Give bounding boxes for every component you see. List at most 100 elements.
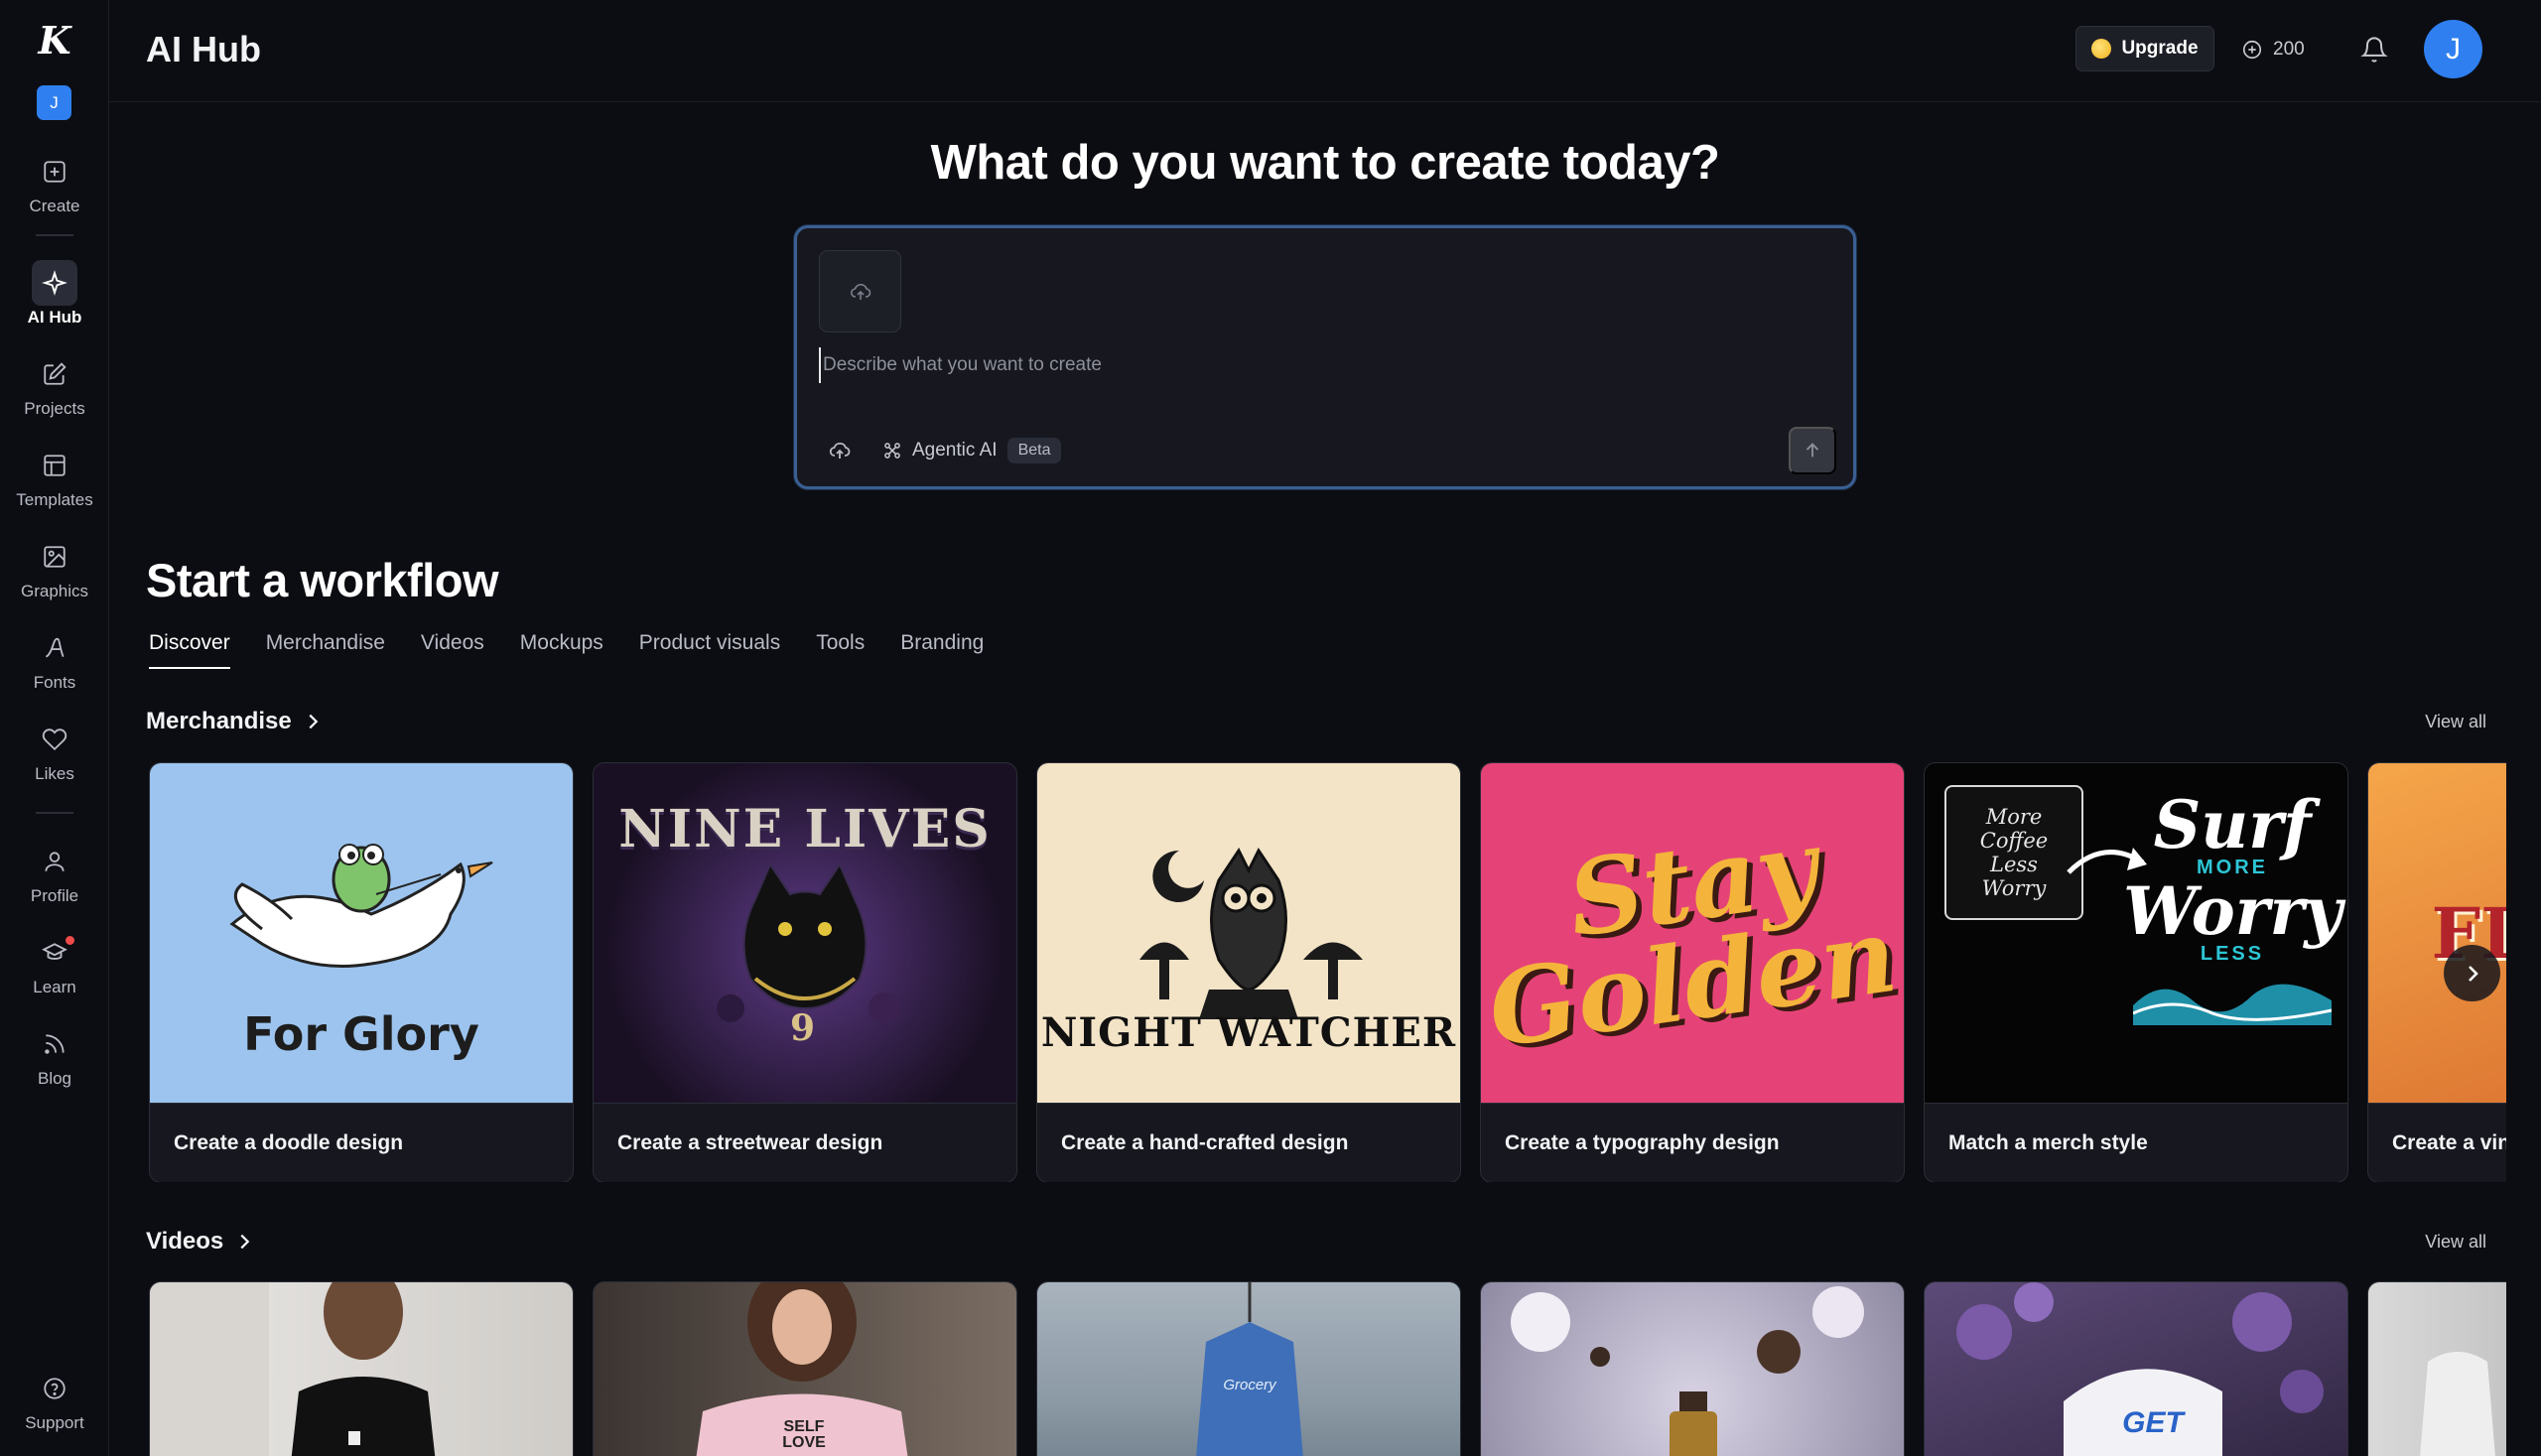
sidebar-item-learn[interactable]: Learn	[0, 930, 109, 997]
sidebar-item-fonts[interactable]: Fonts	[0, 625, 109, 693]
agentic-icon	[884, 443, 900, 459]
credits-value: 200	[2273, 39, 2305, 60]
tab-merchandise[interactable]: Merchandise	[266, 631, 385, 669]
shirt-text-line-2: LOVE	[782, 1434, 826, 1451]
video-card-6[interactable]	[2367, 1281, 2506, 1456]
sidebar-item-blog[interactable]: Blog	[0, 1021, 109, 1089]
reference-thumbnail: More Coffee Less Worry	[1944, 785, 2083, 920]
perfume-flowers-thumbnail	[1511, 1286, 1864, 1456]
card-streetwear[interactable]: NINE LIVES 9 Create a streetwear design	[593, 762, 1017, 1182]
edit-icon	[32, 351, 77, 397]
hanger-text: Grocery	[1223, 1377, 1276, 1393]
upgrade-button[interactable]: Upgrade	[2075, 26, 2214, 71]
card-match-merch-style[interactable]: More Coffee Less Worry Surf MORE Worry L…	[1924, 762, 2348, 1182]
sidebar-item-ai-hub[interactable]: AI Hub	[0, 260, 109, 328]
video-card-3[interactable]: Grocery	[1036, 1281, 1461, 1456]
video-card-4[interactable]	[1480, 1281, 1905, 1456]
tab-tools[interactable]: Tools	[816, 631, 865, 669]
sidebar-item-create[interactable]: Create	[0, 149, 109, 216]
card-label: Create a streetwear design	[594, 1103, 1016, 1182]
card-label: Create a typography design	[1481, 1103, 1904, 1182]
sidebar-item-label: Graphics	[20, 582, 89, 600]
credits-counter[interactable]: 200	[2241, 30, 2305, 69]
notification-dot	[64, 934, 76, 947]
sidebar-item-profile[interactable]: Profile	[0, 839, 109, 906]
arrow-up-icon	[1805, 443, 1819, 458]
sidebar-item-label: Create	[29, 197, 80, 215]
cloud-upload-icon	[829, 442, 851, 459]
video-card-2[interactable]: SELF LOVE	[593, 1281, 1017, 1456]
card-hand-crafted[interactable]: NIGHT WATCHER Create a hand-crafted desi…	[1036, 762, 1461, 1182]
hanging-shirt-thumbnail	[1196, 1282, 1303, 1456]
sparkle-icon	[32, 260, 77, 306]
card-art-text: NIGHT WATCHER	[1040, 1008, 1457, 1056]
cloud-upload-icon	[850, 283, 870, 300]
top-header: AI Hub Upgrade 200 J	[109, 0, 2541, 102]
prompt-input[interactable]	[819, 347, 1811, 383]
beta-badge: Beta	[1006, 438, 1062, 463]
tab-discover[interactable]: Discover	[149, 631, 230, 669]
send-button[interactable]	[1789, 427, 1836, 474]
row-title: Videos	[146, 1228, 224, 1255]
card-image: More Coffee Less Worry Surf MORE Worry L…	[1925, 763, 2347, 1103]
tab-branding[interactable]: Branding	[900, 631, 984, 669]
card-art-text: For Glory	[243, 1007, 479, 1061]
sidebar-item-label: AI Hub	[27, 308, 82, 327]
sidebar-item-graphics[interactable]: Graphics	[0, 534, 109, 601]
card-label: Create a doodle design	[150, 1103, 573, 1182]
user-icon	[32, 839, 77, 884]
sidebar-item-label: Projects	[24, 399, 85, 418]
card-label: Create a hand-crafted design	[1037, 1103, 1460, 1182]
chevron-right-icon	[309, 714, 319, 729]
card-label: Match a merch style	[1925, 1103, 2347, 1182]
hero-title: What do you want to create today?	[930, 136, 1720, 190]
merchandise-cards: For Glory Create a doodle design NINE LI…	[149, 762, 2506, 1182]
sidebar-divider	[36, 234, 73, 236]
image-upload-tile[interactable]	[819, 250, 901, 332]
sidebar-item-support[interactable]: Support	[0, 1366, 109, 1433]
video-card-1[interactable]	[149, 1281, 574, 1456]
model-thumbnail	[2420, 1352, 2495, 1456]
agentic-ai-toggle[interactable]: Agentic AI Beta	[882, 434, 1062, 467]
tab-product-visuals[interactable]: Product visuals	[639, 631, 780, 669]
sidebar-item-label: Blog	[37, 1069, 72, 1088]
card-image: NIGHT WATCHER	[1037, 763, 1460, 1103]
notifications-button[interactable]	[2354, 30, 2394, 69]
bell-icon	[2360, 37, 2388, 63]
sidebar-item-templates[interactable]: Templates	[0, 443, 109, 510]
card-art-subtext: 9	[790, 1007, 816, 1049]
card-image: For Glory	[150, 763, 573, 1103]
wave-illustration	[2132, 984, 2333, 1025]
merchandise-view-all[interactable]: View all	[2425, 712, 2486, 732]
agentic-ai-label: Agentic AI	[912, 440, 998, 461]
tab-mockups[interactable]: Mockups	[520, 631, 603, 669]
carousel-next-button[interactable]	[2444, 945, 2500, 1001]
coin-icon	[2091, 39, 2112, 59]
videos-view-all[interactable]: View all	[2425, 1232, 2486, 1253]
template-icon	[32, 443, 77, 488]
brand-logo[interactable]: K	[33, 18, 76, 63]
rss-icon	[32, 1021, 77, 1067]
sidebar-item-likes[interactable]: Likes	[0, 717, 109, 784]
videos-cards: SELF LOVE Grocery GET	[149, 1281, 2506, 1456]
merchandise-row-header[interactable]: Merchandise	[146, 708, 324, 735]
sidebar-item-label: Likes	[35, 764, 74, 783]
user-avatar[interactable]: J	[2424, 20, 2482, 78]
attach-upload-button[interactable]	[825, 436, 855, 465]
tab-videos[interactable]: Videos	[421, 631, 484, 669]
page-title: AI Hub	[146, 29, 261, 69]
shirt-text-line-1: SELF	[783, 1418, 825, 1435]
sidebar-divider	[36, 812, 73, 814]
sidebar-item-projects[interactable]: Projects	[0, 351, 109, 419]
workspace-badge[interactable]: J	[37, 85, 71, 120]
card-image: Stay Golden	[1481, 763, 1904, 1103]
shirt-text: SELF LOVE	[774, 1419, 834, 1451]
chevron-right-icon	[240, 1234, 250, 1250]
card-doodle[interactable]: For Glory Create a doodle design	[149, 762, 574, 1182]
image-icon	[32, 534, 77, 580]
surf-artwork: Surf MORE Worry LESS	[2123, 792, 2342, 1030]
workflow-title: Start a workflow	[146, 554, 499, 606]
card-typography[interactable]: Stay Golden Create a typography design	[1480, 762, 1905, 1182]
video-card-5[interactable]: GET	[1924, 1281, 2348, 1456]
videos-row-header[interactable]: Videos	[146, 1228, 255, 1256]
